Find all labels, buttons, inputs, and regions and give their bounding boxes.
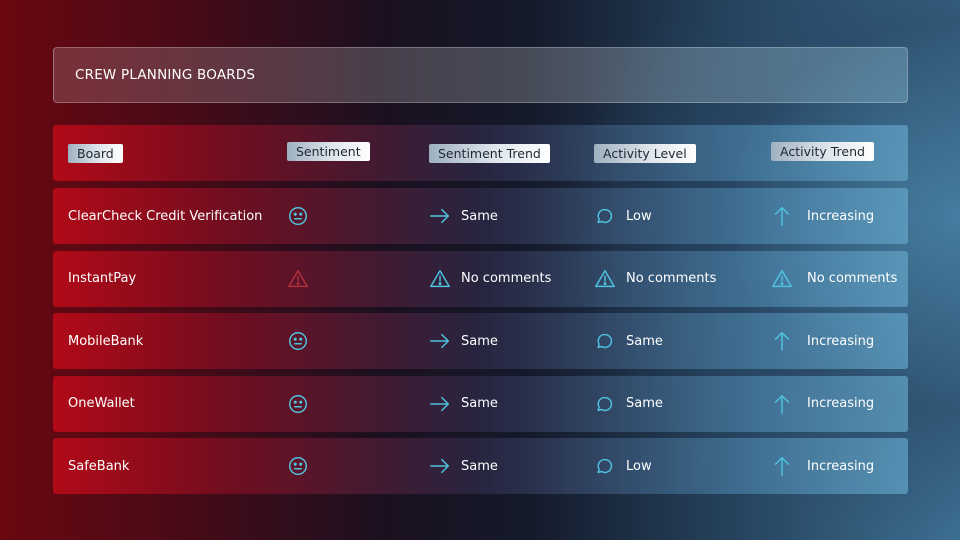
arrow-up-icon <box>771 330 793 352</box>
cell-sentiment <box>287 313 309 369</box>
table-row[interactable]: InstantPay No comments No comments No co… <box>53 250 908 307</box>
cell-sentiment <box>287 376 309 432</box>
cell-board: MobileBank <box>68 313 143 369</box>
board-name[interactable]: ClearCheck Credit Verification <box>68 209 262 224</box>
cell-activity-trend: Increasing <box>771 438 874 494</box>
cell-sentiment-trend: Same <box>429 438 498 494</box>
arrow-right-icon <box>429 330 451 352</box>
column-header-activity-trend[interactable]: Activity Trend <box>771 123 874 179</box>
cell-activity-level: Low <box>594 438 652 494</box>
column-header-label: Sentiment Trend <box>429 143 550 163</box>
table-row[interactable]: MobileBank Same Same Increasing <box>53 313 908 369</box>
activity-level-value: Low <box>626 208 652 224</box>
board-name[interactable]: SafeBank <box>68 459 129 474</box>
sentiment-trend-value: Same <box>461 396 498 411</box>
neutral-face-icon <box>287 330 309 352</box>
table-row[interactable]: SafeBank Same Low Increasing <box>53 438 908 494</box>
sentiment-trend-value: No comments <box>461 271 552 286</box>
table-row[interactable]: ClearCheck Credit Verification Same Low … <box>53 188 908 244</box>
board-name[interactable]: MobileBank <box>68 334 143 349</box>
arrow-up-icon <box>771 393 793 415</box>
table-header: Board Sentiment Sentiment Trend Activity… <box>53 125 908 181</box>
cell-activity-level: Same <box>594 376 663 432</box>
neutral-face-icon <box>287 455 309 477</box>
cell-sentiment-trend: Same <box>429 188 498 244</box>
cell-activity-trend: Increasing <box>771 188 874 244</box>
activity-level-value: No comments <box>626 271 717 286</box>
board-name[interactable]: InstantPay <box>68 271 136 286</box>
board-name[interactable]: OneWallet <box>68 396 135 411</box>
cell-sentiment <box>287 251 309 307</box>
cell-activity-trend: Increasing <box>771 313 874 369</box>
column-header-activity-level[interactable]: Activity Level <box>594 125 696 181</box>
cell-activity-trend: No comments <box>771 251 897 307</box>
cell-sentiment-trend: Same <box>429 313 498 369</box>
page-title: CREW PLANNING BOARDS <box>75 67 256 83</box>
speech-bubble-icon <box>594 205 616 227</box>
column-header-label: Board <box>68 143 123 163</box>
sentiment-trend-value: Same <box>461 208 498 224</box>
activity-level-value: Same <box>626 333 663 349</box>
title-bar: CREW PLANNING BOARDS <box>53 47 908 103</box>
cell-activity-level: Same <box>594 313 663 369</box>
column-header-label: Sentiment <box>287 141 370 161</box>
warning-icon <box>429 268 451 290</box>
warning-icon <box>594 268 616 290</box>
cell-board: OneWallet <box>68 376 135 432</box>
warning-icon <box>771 268 793 290</box>
sentiment-trend-value: Same <box>461 333 498 349</box>
activity-trend-value: Increasing <box>807 208 875 224</box>
neutral-face-icon <box>287 393 309 415</box>
cell-activity-trend: Increasing <box>771 376 874 432</box>
column-header-label: Activity Level <box>594 143 696 163</box>
activity-trend-value: Increasing <box>807 458 875 474</box>
cell-sentiment-trend: No comments <box>429 251 551 307</box>
activity-level-value: Same <box>626 396 663 411</box>
cell-board: ClearCheck Credit Verification <box>68 188 262 244</box>
neutral-face-icon <box>287 205 309 227</box>
cell-sentiment-trend: Same <box>429 376 498 432</box>
warning-icon <box>287 268 309 290</box>
activity-trend-value: Increasing <box>807 396 875 411</box>
arrow-up-icon <box>771 455 793 477</box>
activity-trend-value: Increasing <box>807 333 875 349</box>
table-row[interactable]: OneWallet Same Same Increasing <box>53 375 908 432</box>
speech-bubble-icon <box>594 393 616 415</box>
cell-board: InstantPay <box>68 251 136 307</box>
column-header-sentiment[interactable]: Sentiment <box>287 123 370 179</box>
column-header-board[interactable]: Board <box>68 125 123 181</box>
column-header-label: Activity Trend <box>771 141 874 161</box>
activity-level-value: Low <box>626 458 652 474</box>
arrow-up-icon <box>771 205 793 227</box>
arrow-right-icon <box>429 205 451 227</box>
activity-trend-value: No comments <box>807 271 898 286</box>
sentiment-trend-value: Same <box>461 458 498 474</box>
cell-sentiment <box>287 438 309 494</box>
arrow-right-icon <box>429 455 451 477</box>
cell-activity-level: No comments <box>594 251 716 307</box>
column-header-sentiment-trend[interactable]: Sentiment Trend <box>429 125 550 181</box>
cell-activity-level: Low <box>594 188 652 244</box>
speech-bubble-icon <box>594 455 616 477</box>
cell-board: SafeBank <box>68 438 129 494</box>
cell-sentiment <box>287 188 309 244</box>
arrow-right-icon <box>429 393 451 415</box>
speech-bubble-icon <box>594 330 616 352</box>
